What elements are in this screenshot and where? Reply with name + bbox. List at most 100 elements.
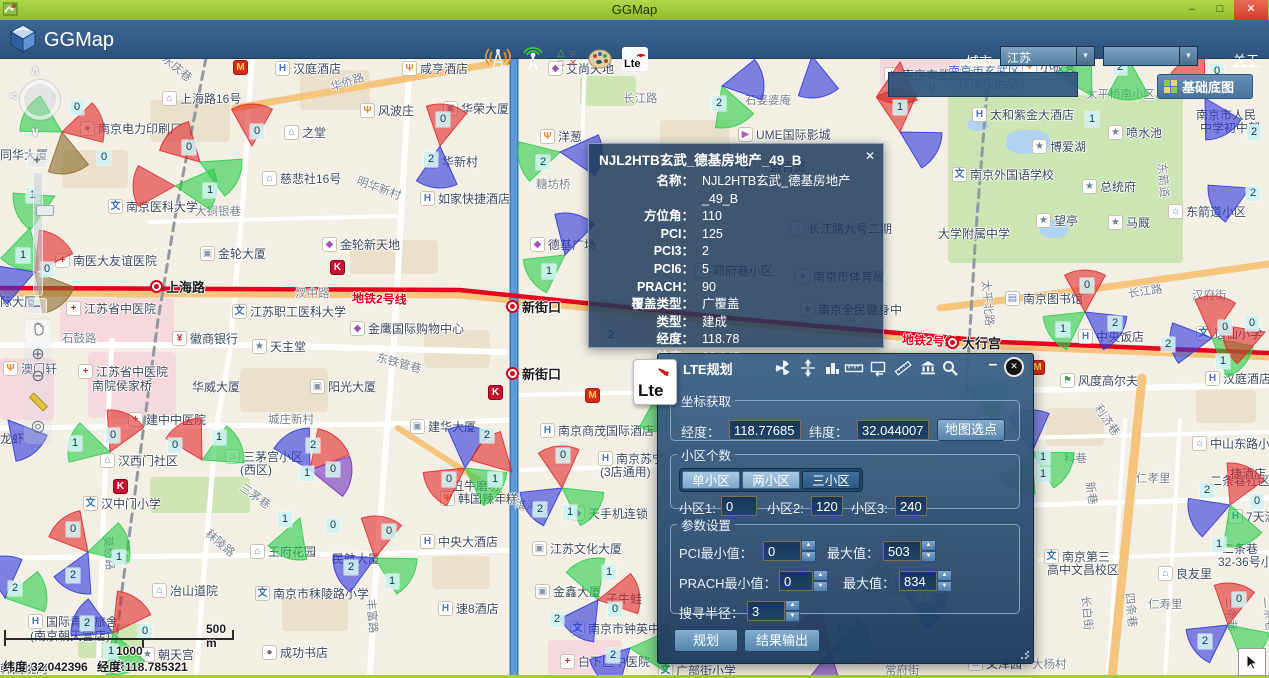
map-label: (南京朝天宫店) xyxy=(30,627,110,644)
hot-icon: H xyxy=(1205,371,1220,386)
signal-tower-green-icon[interactable] xyxy=(518,44,548,74)
lib-icon: ▤ xyxy=(1005,291,1020,306)
map-label: 长白街 xyxy=(1078,595,1097,631)
metro-station-icon xyxy=(946,336,959,349)
pan-ring[interactable] xyxy=(20,80,60,120)
prach-max-spinner[interactable]: ▲▼ xyxy=(937,570,952,592)
zoom-out-button[interactable]: − xyxy=(27,298,47,314)
magnify-in-icon[interactable]: ⊕ xyxy=(25,344,51,366)
spin-up[interactable]: ▲ xyxy=(785,600,800,611)
pan-left-icon[interactable]: < xyxy=(10,88,18,103)
restore-button[interactable]: □ xyxy=(1206,0,1234,20)
map-label-text: 大铜银巷 xyxy=(195,203,241,219)
result-output-button[interactable]: 结果输出 xyxy=(744,629,820,652)
map-pan-control[interactable]: ∧ < > ∨ xyxy=(6,62,62,146)
hand-tool-icon[interactable] xyxy=(25,320,51,342)
zoom-in-button[interactable]: + xyxy=(27,152,47,168)
spin-up[interactable]: ▲ xyxy=(937,570,952,581)
dialog-minimize-button[interactable]: – xyxy=(986,356,1000,374)
cell3-input[interactable] xyxy=(895,496,927,516)
city-select[interactable]: 江苏 ▼ xyxy=(1000,46,1095,66)
three-cell-button[interactable]: 三小区 xyxy=(802,471,860,489)
spin-down[interactable]: ▼ xyxy=(921,551,936,562)
map-label-text: 中央大酒店 xyxy=(438,533,498,550)
pci-min-spinner[interactable]: ▲▼ xyxy=(801,540,816,562)
spin-down[interactable]: ▼ xyxy=(813,581,828,592)
plan-button[interactable]: 规划 xyxy=(674,629,738,652)
minimize-button[interactable]: – xyxy=(1178,0,1206,20)
map-label: ▣金轮大厦 xyxy=(200,245,266,262)
popup-row-value: 广覆盖 xyxy=(702,296,740,314)
sector-id-badge: 2 xyxy=(1161,337,1175,352)
sector-id-badge: 2 xyxy=(306,438,320,453)
metro-station: 新街口 xyxy=(506,297,561,316)
dialog-close-button[interactable]: ✕ xyxy=(1004,357,1024,377)
ruler-tool-icon[interactable] xyxy=(29,392,48,411)
palette-icon[interactable] xyxy=(585,44,615,74)
spin-down[interactable]: ▼ xyxy=(801,551,816,562)
prach-min-spinner[interactable]: ▲▼ xyxy=(813,570,828,592)
map-pick-button[interactable]: 地图选点 xyxy=(937,419,1005,441)
map-label: 四条巷 xyxy=(1122,592,1141,628)
radius-input[interactable] xyxy=(747,601,785,621)
pan-down-icon[interactable]: ∨ xyxy=(30,124,41,140)
params-group: 参数设置 PCI最小值： ▲▼ 最大值： ▲▼ PRACH最小值： ▲▼ 最大值… xyxy=(670,515,1020,614)
lte-toolbar-icon[interactable]: Lte xyxy=(620,44,650,74)
lat-input[interactable] xyxy=(857,420,929,440)
map-label-text: 建中中医院 xyxy=(146,411,206,428)
popup-close-icon[interactable]: ✕ xyxy=(865,149,875,163)
single-cell-button[interactable]: 单小区 xyxy=(682,471,740,489)
close-button[interactable]: ✕ xyxy=(1234,0,1268,20)
spin-down[interactable]: ▼ xyxy=(937,581,952,592)
chevron-down-icon[interactable]: ▼ xyxy=(1076,47,1094,65)
basemap-button[interactable]: 基础底图 xyxy=(1157,74,1253,99)
prach-min-input[interactable] xyxy=(779,571,813,591)
sector-id-badge: 2 xyxy=(712,96,726,111)
prach-max-input[interactable] xyxy=(899,571,937,591)
signal-tower-orange-icon[interactable] xyxy=(483,44,513,74)
radius-spinner[interactable]: ▲▼ xyxy=(785,600,800,622)
hot-icon: H xyxy=(540,423,555,438)
map-zoom-slider[interactable]: + − xyxy=(27,152,47,314)
region-select[interactable]: ▼ xyxy=(1103,46,1198,66)
cell1-input[interactable] xyxy=(721,496,757,516)
search-icon[interactable] xyxy=(941,359,959,377)
spin-up[interactable]: ▲ xyxy=(813,570,828,581)
sch-icon: 文 xyxy=(1196,326,1211,341)
cell2-input[interactable] xyxy=(811,496,843,516)
map-label-text: 南京图书馆 xyxy=(1023,290,1083,307)
bar-chart-icon[interactable] xyxy=(823,359,841,377)
resize-grip[interactable] xyxy=(1020,650,1030,660)
zoom-track[interactable] xyxy=(33,172,43,296)
pci-min-input[interactable] xyxy=(763,541,801,561)
spin-down[interactable]: ▼ xyxy=(785,611,800,622)
map-label: K xyxy=(488,385,503,400)
locate-icon[interactable]: ◎ xyxy=(25,416,51,438)
map-label: ▣建华大厦 xyxy=(410,418,476,435)
magnify-out-icon[interactable]: ⊖ xyxy=(25,366,51,388)
layer-shapes-icon[interactable]: △○ □✕ xyxy=(552,44,582,74)
fan-icon[interactable] xyxy=(774,359,792,377)
pci-max-spinner[interactable]: ▲▼ xyxy=(921,540,936,562)
lng-input[interactable] xyxy=(729,420,801,440)
spin-up[interactable]: ▲ xyxy=(921,540,936,551)
split-arrows-icon[interactable] xyxy=(799,359,817,377)
chevron-down-icon[interactable]: ▼ xyxy=(1179,47,1197,65)
export-view-icon[interactable] xyxy=(869,359,887,377)
pan-up-icon[interactable]: ∧ xyxy=(30,62,41,78)
coords-legend: 坐标获取 xyxy=(677,391,735,410)
hosp-icon: + xyxy=(66,301,81,316)
pci-max-input[interactable] xyxy=(883,541,921,561)
spin-up[interactable]: ▲ xyxy=(801,540,816,551)
measure-icon[interactable] xyxy=(844,359,862,377)
zoom-handle[interactable] xyxy=(36,205,54,216)
popup-row-value: 5 xyxy=(702,261,709,279)
sector-id-badge: 2 xyxy=(606,648,620,663)
two-cell-button[interactable]: 两小区 xyxy=(742,471,800,489)
about-link[interactable]: 关于 xyxy=(1233,50,1259,69)
map-label-text: 捷酒店 xyxy=(1230,465,1266,482)
window-titlebar[interactable]: GGMap – □ ✕ xyxy=(0,0,1269,20)
map-label: ¥徽商银行 xyxy=(172,330,238,347)
ruler-icon[interactable] xyxy=(894,359,912,377)
bank-icon[interactable] xyxy=(919,359,937,377)
